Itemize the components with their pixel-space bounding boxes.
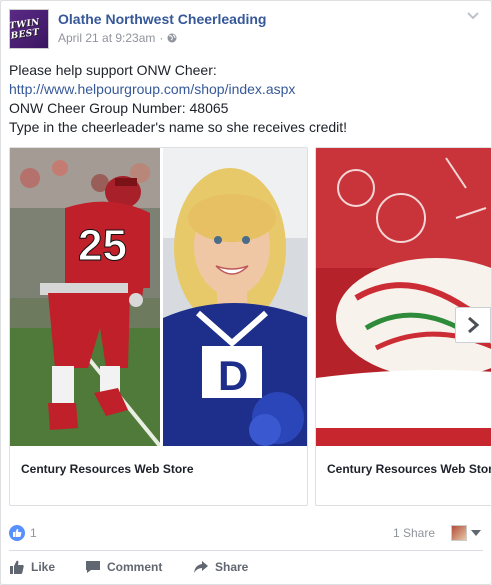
- like-label: Like: [31, 560, 56, 574]
- post-meta: April 21 at 9:23am ·: [58, 31, 177, 45]
- jersey-number: 25: [78, 221, 127, 270]
- comment-icon: [86, 561, 100, 573]
- comment-label: Comment: [107, 560, 163, 574]
- post-card: TWIN BEST Olathe Northwest Cheerleading …: [0, 0, 492, 585]
- carousel-caption[interactable]: Century Resources Web Store: [21, 462, 194, 476]
- holiday-svg: [316, 148, 491, 446]
- meta-separator: ·: [159, 31, 164, 45]
- post-stats: 1 1 Share: [9, 523, 483, 543]
- share-label: Share: [215, 560, 249, 574]
- thumbs-up-icon: [10, 560, 24, 574]
- post-actions: Like Comment Share: [9, 554, 483, 580]
- comment-button[interactable]: Comment: [85, 554, 162, 580]
- post-line-group-number: ONW Cheer Group Number: 48065: [9, 100, 229, 116]
- like-button[interactable]: Like: [9, 554, 55, 580]
- avatar-logo-text: TWIN BEST: [8, 17, 41, 42]
- post-line-support: Please help support ONW Cheer:: [9, 62, 217, 78]
- share-icon: [194, 561, 208, 573]
- post-line-instructions: Type in the cheerleader's name so she re…: [9, 119, 348, 135]
- chevron-down-icon[interactable]: [465, 9, 481, 23]
- share-button[interactable]: Share: [193, 554, 248, 580]
- like-count[interactable]: 1: [30, 526, 37, 540]
- carousel-image-holiday[interactable]: [316, 148, 491, 446]
- collage-svg: 25 D: [10, 148, 307, 446]
- carousel-image-collage[interactable]: 25 D: [10, 148, 307, 446]
- viewer-avatar[interactable]: [451, 525, 467, 541]
- chevron-right-icon: [468, 316, 480, 334]
- page-name-link[interactable]: Olathe Northwest Cheerleading: [58, 11, 266, 27]
- post-link[interactable]: http://www.helpourgroup.com/shop/index.a…: [9, 81, 295, 97]
- post-text: Please help support ONW Cheer: http://ww…: [9, 61, 479, 137]
- globe-icon[interactable]: [167, 33, 177, 43]
- carousel-caption[interactable]: Century Resources Web Store: [327, 462, 491, 476]
- page-avatar[interactable]: TWIN BEST: [9, 9, 49, 49]
- thumbs-up-icon: [13, 528, 22, 537]
- cheer-letter: D: [218, 352, 248, 399]
- caret-down-icon[interactable]: [471, 530, 481, 536]
- carousel-next-button[interactable]: [455, 307, 491, 343]
- carousel: 25 D Century Resources Web Store Century…: [1, 147, 491, 507]
- action-divider: [9, 550, 483, 551]
- post-timestamp[interactable]: April 21 at 9:23am: [58, 31, 155, 45]
- share-count[interactable]: 1 Share: [393, 526, 435, 540]
- carousel-item[interactable]: 25 D Century Resources Web Store: [9, 147, 308, 506]
- like-reaction-icon[interactable]: [9, 525, 25, 541]
